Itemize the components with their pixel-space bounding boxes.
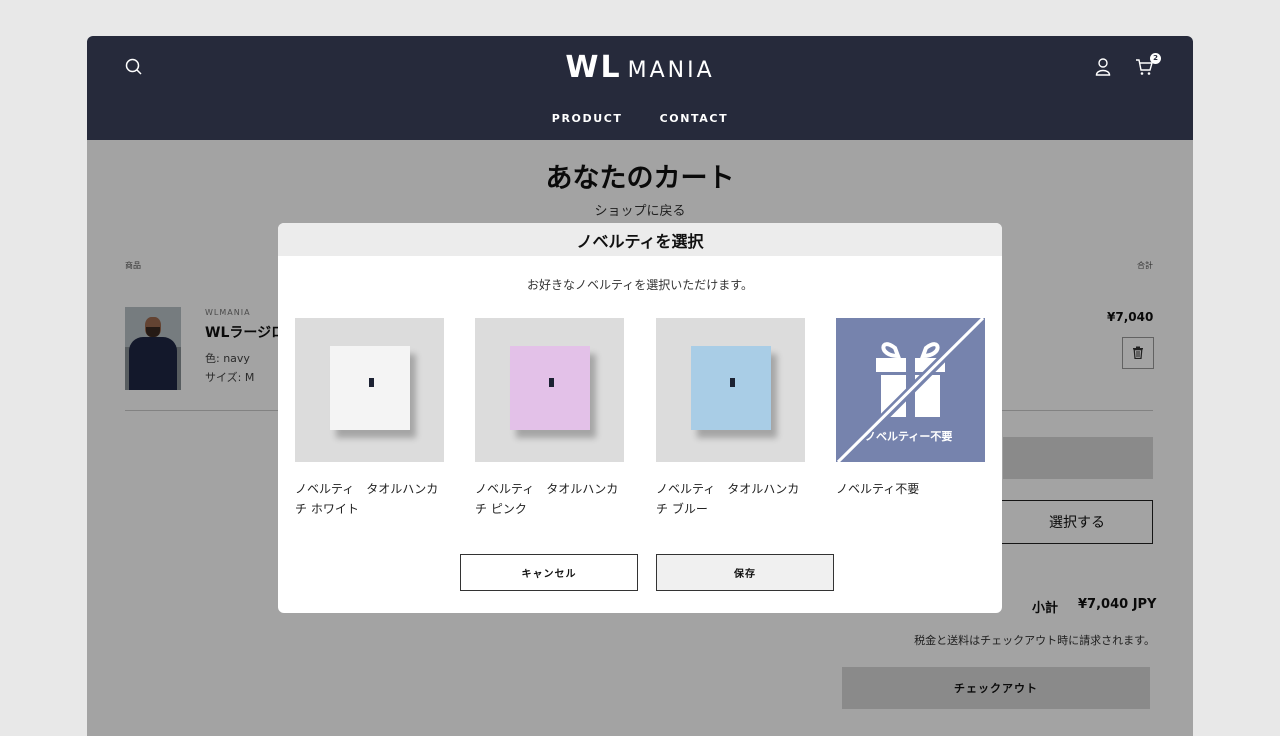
novelty-option-white-label[interactable]: ノベルティ タオルハンカチ ホワイト: [295, 479, 445, 519]
modal-title: ノベルティを選択: [278, 223, 1002, 256]
cart-count-badge: 2: [1150, 53, 1161, 64]
modal-subtitle: お好きなノベルティを選択いただけます。: [526, 278, 754, 292]
site-logo[interactable]: WL MANIA: [87, 50, 1193, 85]
site-header: WL MANIA PRODUCT CONTACT 2: [87, 36, 1193, 140]
save-button[interactable]: 保存: [656, 554, 834, 591]
nav-contact[interactable]: CONTACT: [660, 112, 729, 125]
novelty-option-pink-image[interactable]: [475, 318, 624, 462]
novelty-modal: ノベルティを選択 お好きなノベルティを選択いただけます。 ノベルティー不要 ノベ…: [278, 223, 1002, 613]
novelty-option-blue-label[interactable]: ノベルティ タオルハンカチ ブルー: [656, 479, 806, 519]
account-icon[interactable]: [1092, 56, 1114, 78]
novelty-option-none-label[interactable]: ノベルティ不要: [836, 479, 986, 499]
novelty-option-white-image[interactable]: [295, 318, 444, 462]
nav-product[interactable]: PRODUCT: [552, 112, 623, 125]
logo-wl: WL: [565, 50, 622, 85]
logo-mania: MANIA: [627, 58, 715, 83]
main-nav: PRODUCT CONTACT: [87, 107, 1193, 126]
novelty-option-none-image[interactable]: ノベルティー不要: [836, 318, 985, 462]
no-novelty-image-text: ノベルティー不要: [865, 430, 953, 443]
novelty-option-pink-label[interactable]: ノベルティ タオルハンカチ ピンク: [475, 479, 625, 519]
cancel-button[interactable]: キャンセル: [460, 554, 638, 591]
novelty-option-blue-image[interactable]: [656, 318, 805, 462]
